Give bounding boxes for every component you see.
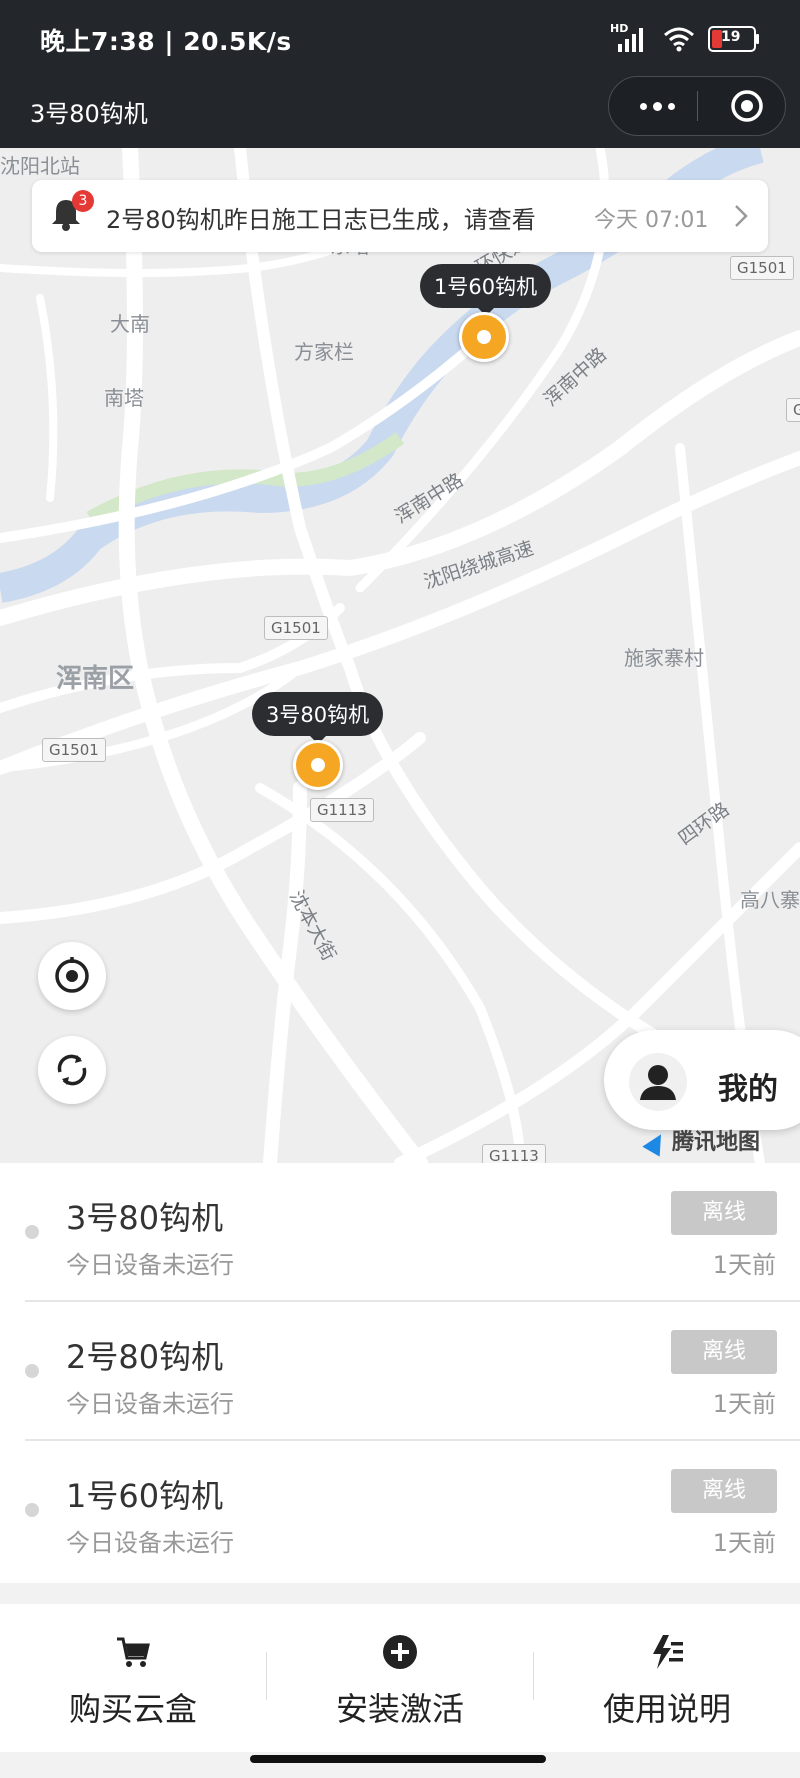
bottom-tabbar: 购买云盒 安装激活 使用说明 (0, 1604, 800, 1752)
tab-label: 使用说明 (602, 1690, 731, 1728)
user-avatar-icon (629, 1053, 687, 1111)
highway-shield: G1501 (264, 616, 328, 640)
offline-badge: 离线 (671, 1191, 777, 1235)
highway-shield: G (786, 398, 800, 422)
tab-user-guide[interactable]: 使用说明 (534, 1604, 800, 1752)
plus-circle-icon (383, 1635, 417, 1669)
marker-pin-1[interactable] (459, 312, 509, 362)
status-dot (25, 1225, 39, 1239)
refresh-icon (57, 1054, 87, 1086)
highway-shield: G1113 (482, 1144, 546, 1163)
flash-list-icon (653, 1635, 683, 1669)
device-row[interactable]: 1号60钩机 今日设备未运行 离线 1天前 (0, 1441, 800, 1580)
marker-label-1[interactable]: 1号60钩机 (420, 264, 552, 316)
status-icons: HD 19 (610, 22, 759, 56)
chevron-right-icon (735, 205, 748, 227)
last-seen: 1天前 (712, 1390, 776, 1418)
map-view[interactable]: 沈阳北站 东塔 大南 方家栏 南塔 浑南区 施家寨村 高八寨 二环快速路 浑南中… (0, 148, 800, 1163)
signal-icon: HD (610, 22, 650, 54)
battery-icon: 19 (708, 26, 759, 52)
offline-badge: 离线 (671, 1469, 777, 1513)
map-provider-logo: 腾讯地图 (642, 1124, 761, 1157)
highway-shield: G1501 (730, 256, 794, 280)
place-label: 南塔 (104, 386, 144, 410)
cart-icon (117, 1637, 150, 1667)
tab-buy-cloudbox[interactable]: 购买云盒 (0, 1604, 266, 1752)
locate-button[interactable] (38, 942, 106, 1010)
tab-install-activate[interactable]: 安装激活 (267, 1604, 533, 1752)
miniprogram-capsule (608, 76, 786, 136)
status-time: 晚上7:38 | 20.5K/s (40, 27, 292, 56)
device-row[interactable]: 3号80钩机 今日设备未运行 离线 1天前 (0, 1163, 800, 1302)
tab-label: 安装激活 (335, 1690, 464, 1728)
page-title: 3号80钩机 (30, 100, 148, 128)
marker-pin-3[interactable] (293, 740, 343, 790)
device-name: 2号80钩机 (66, 1338, 224, 1376)
offline-badge: 离线 (671, 1330, 777, 1374)
device-name: 3号80钩机 (66, 1199, 224, 1237)
my-profile-label: 我的 (718, 1072, 778, 1107)
close-target-icon[interactable] (729, 88, 765, 124)
place-label: 高八寨 (740, 888, 800, 912)
more-button[interactable] (633, 87, 681, 125)
place-label: 大南 (110, 312, 150, 336)
refresh-button[interactable] (38, 1036, 106, 1104)
device-status-text: 今日设备未运行 (66, 1390, 234, 1418)
map-provider-text: 腾讯地图 (672, 1130, 761, 1155)
device-list: 3号80钩机 今日设备未运行 离线 1天前 2号80钩机 今日设备未运行 离线 … (0, 1163, 800, 1583)
highway-shield: G1501 (42, 738, 106, 762)
place-label: 施家寨村 (624, 646, 704, 670)
place-label: 沈阳北站 (0, 154, 80, 178)
device-status-text: 今日设备未运行 (66, 1529, 234, 1557)
last-seen: 1天前 (712, 1529, 776, 1557)
locate-icon (55, 957, 89, 993)
home-indicator (250, 1755, 546, 1763)
status-dot (25, 1364, 39, 1378)
device-name: 1号60钩机 (66, 1477, 224, 1515)
place-label: 方家栏 (294, 340, 354, 364)
wifi-icon (664, 27, 694, 52)
notification-time: 今天 07:01 (594, 208, 709, 233)
battery-level: 19 (721, 29, 741, 45)
device-status-text: 今日设备未运行 (66, 1251, 234, 1279)
last-seen: 1天前 (712, 1251, 776, 1279)
notification-badge: 3 (72, 190, 94, 212)
status-dot (25, 1503, 39, 1517)
my-profile-button[interactable]: 我的 (604, 1030, 800, 1130)
device-row[interactable]: 2号80钩机 今日设备未运行 离线 1天前 (0, 1302, 800, 1441)
tab-label: 购买云盒 (68, 1690, 197, 1728)
notification-banner[interactable]: 3 2号80钩机昨日施工日志已生成，请查看 今天 07:01 (32, 180, 768, 252)
district-label: 浑南区 (56, 664, 135, 694)
status-bar: 晚上7:38 | 20.5K/s HD 19 (0, 0, 800, 78)
marker-label-3[interactable]: 3号80钩机 (252, 692, 384, 744)
notification-message: 2号80钩机昨日施工日志已生成，请查看 (106, 206, 536, 234)
highway-shield: G1113 (310, 798, 374, 822)
